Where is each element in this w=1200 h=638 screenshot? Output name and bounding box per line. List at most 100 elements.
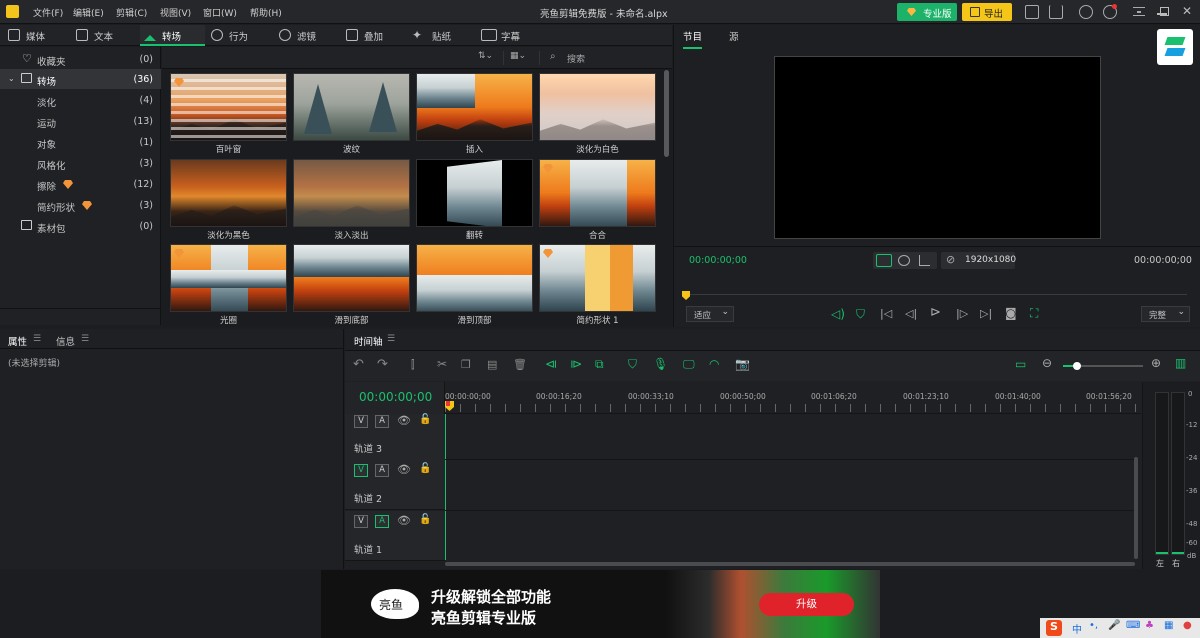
menu-help[interactable]: 帮助(H)	[250, 6, 282, 19]
timeline-v-scrollbar[interactable]	[1134, 457, 1138, 559]
undo-icon[interactable]: ↶	[353, 357, 364, 372]
tab-menu-icon[interactable]: ☰	[81, 334, 89, 344]
punctuation-icon[interactable]: •,	[1089, 620, 1098, 631]
microphone-icon[interactable]: 🎙	[653, 357, 668, 371]
tab-sticker[interactable]: 贴纸	[432, 29, 451, 43]
app-widget-icon[interactable]	[1157, 29, 1193, 65]
zoom-slider-thumb[interactable]	[1073, 362, 1081, 370]
camera-icon[interactable]: 📷	[735, 357, 750, 371]
menu-window[interactable]: 窗口(W)	[203, 6, 237, 19]
redo-icon[interactable]: ↷	[377, 357, 388, 372]
thumb-slide-top[interactable]	[416, 244, 533, 312]
tab-media[interactable]: 媒体	[26, 29, 45, 43]
marker-icon[interactable]: ⛉	[628, 357, 637, 372]
tab-info[interactable]: 信息	[56, 334, 75, 348]
fit-timeline-icon[interactable]: ⧉	[595, 357, 604, 372]
prev-frame-icon[interactable]: ◁|	[905, 307, 917, 320]
tab-overlay[interactable]: 叠加	[364, 29, 383, 43]
next-frame-icon[interactable]: |▷	[956, 307, 968, 320]
zoom-in-icon[interactable]: ⊕	[1151, 356, 1161, 370]
timeline-h-scrollbar[interactable]	[445, 562, 1135, 566]
lock-icon[interactable]: 🔓	[419, 463, 431, 474]
tab-filter[interactable]: 滤镜	[297, 29, 316, 43]
tree-item-transition[interactable]: ⌄ 转场 (36)	[0, 69, 161, 89]
tree-item-wipe[interactable]: 擦除 (12)	[0, 174, 161, 194]
time-ruler[interactable]: 00:00:00;00 00:00:16;20 00:00:33;10 00:0…	[445, 382, 1141, 414]
search-input[interactable]: 搜索	[567, 52, 585, 65]
eye-icon[interactable]: 👁	[397, 514, 411, 527]
menu-edit[interactable]: 编辑(E)	[73, 6, 104, 19]
panel-toggle-icon[interactable]: ▥	[1175, 356, 1186, 370]
restore-icon[interactable]	[1160, 7, 1169, 16]
thumb-fade-black[interactable]	[170, 159, 287, 227]
track-1-video-toggle[interactable]: V	[354, 515, 368, 528]
volume-icon[interactable]: ◁)	[831, 307, 845, 321]
download-icon[interactable]	[1049, 5, 1063, 19]
zoom-fit-icon[interactable]: ▭	[1015, 357, 1026, 371]
upgrade-button[interactable]: 升级	[759, 593, 854, 616]
sogou-ime-icon[interactable]: S	[1046, 620, 1062, 636]
fullscreen-icon[interactable]: ⛶	[1030, 306, 1038, 321]
resolution-button[interactable]: ⊘ 1920x1080	[941, 252, 1016, 269]
crop-icon[interactable]	[919, 255, 930, 266]
trim-end-icon[interactable]: ⧐	[570, 357, 582, 371]
ime-mode[interactable]: 中	[1072, 621, 1082, 636]
pro-version-button[interactable]: 专业版	[897, 3, 957, 21]
mark-icon[interactable]: ⛉	[856, 307, 865, 322]
safe-area-icon[interactable]	[876, 254, 892, 267]
export-button[interactable]: 导出	[962, 3, 1012, 21]
tree-item-motion[interactable]: 运动 (13)	[0, 111, 161, 131]
thumb-ripple[interactable]	[293, 73, 410, 141]
save-icon[interactable]	[1025, 5, 1039, 19]
view-mode-icon[interactable]: ▦⌄	[510, 51, 540, 65]
keyboard-icon[interactable]: ⌨	[1126, 620, 1140, 631]
thumb-crossfade[interactable]	[293, 159, 410, 227]
tab-program[interactable]: 节目	[683, 29, 703, 49]
lock-icon[interactable]: 🔓	[419, 514, 431, 525]
track-3-video-toggle[interactable]: V	[354, 415, 368, 428]
speed-icon[interactable]: ◠	[709, 357, 719, 371]
account-icon[interactable]	[1079, 5, 1093, 19]
preview-screen[interactable]	[774, 56, 1101, 239]
thumb-blinds[interactable]	[170, 73, 287, 141]
tree-item-fade[interactable]: 淡化 (4)	[0, 90, 161, 110]
track-3-audio-toggle[interactable]: A	[375, 415, 389, 428]
sort-icon[interactable]: ⇅⌄	[478, 51, 504, 65]
tab-transition[interactable]: 转场	[162, 29, 181, 43]
paste-icon[interactable]: ▤	[487, 358, 497, 371]
tree-item-simple-shape[interactable]: 简约形状 (3)	[0, 195, 161, 215]
cut-icon[interactable]: ✂	[437, 357, 447, 371]
split-icon[interactable]: ⫿	[411, 358, 415, 372]
tree-item-stylize[interactable]: 风格化 (3)	[0, 153, 161, 173]
snapshot-icon[interactable]: ◙	[1005, 306, 1017, 320]
tab-text[interactable]: 文本	[94, 29, 113, 43]
thumb-fade-white[interactable]	[539, 73, 656, 141]
toolbox-icon[interactable]: ▦	[1164, 620, 1173, 631]
thumb-simple-shape-1[interactable]	[539, 244, 656, 312]
delete-icon[interactable]: 🗑	[513, 358, 527, 371]
copy-icon[interactable]: ❐	[461, 358, 471, 371]
menu-clip[interactable]: 剪辑(C)	[116, 6, 147, 19]
thumb-flip[interactable]	[416, 159, 533, 227]
tab-source[interactable]: 源	[729, 29, 739, 43]
go-end-icon[interactable]: ▷|	[980, 307, 992, 320]
eye-icon[interactable]: 👁	[397, 414, 411, 427]
thumb-iris[interactable]	[170, 244, 287, 312]
zoom-out-icon[interactable]: ⊖	[1042, 356, 1052, 370]
hand-icon[interactable]	[898, 255, 910, 266]
grid-scrollbar[interactable]	[664, 70, 669, 157]
tab-menu-icon[interactable]: ☰	[387, 334, 395, 344]
preview-progress[interactable]	[686, 294, 1187, 295]
thumb-insert[interactable]	[416, 73, 533, 141]
menu-view[interactable]: 视图(V)	[160, 6, 191, 19]
skin-icon[interactable]: ♣	[1145, 620, 1154, 631]
tab-caption[interactable]: 字幕	[501, 29, 520, 43]
menu-file[interactable]: 文件(F)	[33, 6, 63, 19]
tab-menu-icon[interactable]: ☰	[33, 334, 41, 344]
app-tray-icon[interactable]: ●	[1183, 620, 1192, 631]
playhead-icon[interactable]	[682, 291, 690, 300]
trim-start-icon[interactable]: ⧏	[545, 357, 557, 371]
close-icon[interactable]: ✕	[1182, 4, 1192, 18]
screen-record-icon[interactable]: 🖵	[683, 357, 695, 372]
lock-icon[interactable]: 🔓	[419, 414, 431, 425]
